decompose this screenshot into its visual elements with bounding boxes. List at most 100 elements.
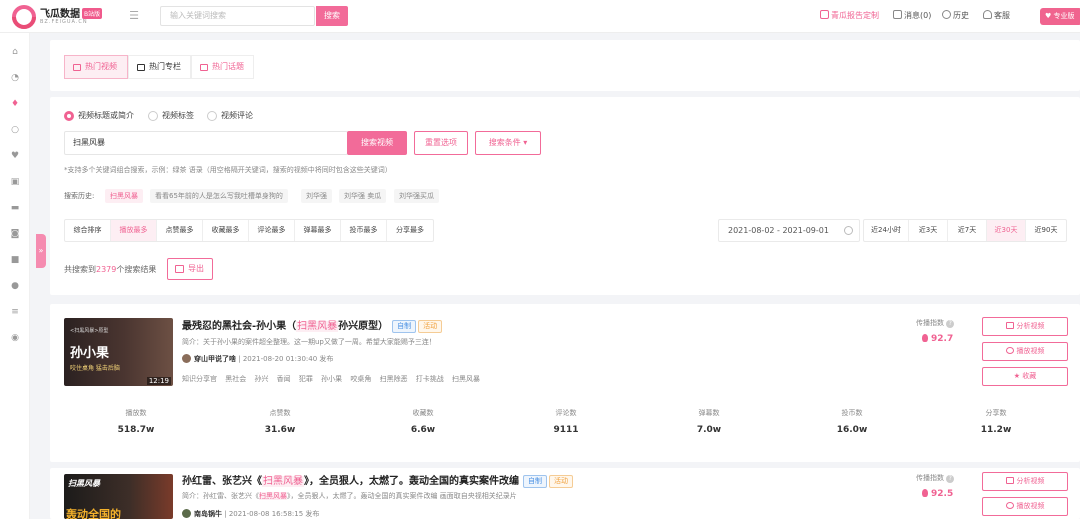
keyword-input[interactable]: 扫黑风暴 (64, 131, 348, 155)
spread-index-value: 92.5 (922, 489, 953, 499)
stat-value-comments: 9111 (553, 425, 579, 435)
play-icon (1005, 502, 1014, 509)
flame-icon[interactable]: ♦ (10, 99, 20, 109)
search-video-button[interactable]: 搜索视频 (347, 131, 407, 155)
video-author[interactable]: 穿山甲说了啥 | 2021-08-20 01:30:40 发布 (182, 354, 333, 364)
radio-comments[interactable]: 视频评论 (207, 110, 253, 122)
play-video-button[interactable]: 播放视频 (982, 342, 1068, 361)
heart-icon[interactable]: ♥ (10, 151, 20, 161)
top-header: 飞瓜数据 B站版 BZ.FEIGUA.CN ☰ 输入关键词搜索 搜索 青瓜报告定制… (0, 0, 1080, 33)
brand-domain: BZ.FEIGUA.CN (40, 19, 88, 25)
help-icon[interactable]: ? (946, 320, 955, 328)
analyze-video-button[interactable]: 分析视频 (982, 317, 1068, 336)
tab-hot-videos[interactable]: 热门视频 (64, 55, 128, 79)
play-icon (1005, 347, 1014, 354)
export-button[interactable]: 导出 (167, 258, 213, 280)
thumbnail-logo: 扫黑风暴 (68, 479, 100, 488)
video-duration: 12:19 (146, 377, 171, 385)
menu-toggle-icon[interactable]: ☰ (128, 10, 140, 22)
stat-value-shares: 11.2w (980, 425, 1012, 435)
stat-label-likes: 点赞数 (269, 409, 291, 417)
help-icon[interactable]: ◉ (10, 333, 20, 343)
video-thumbnail[interactable]: <扫黑风暴>原型 孙小果 咬住桌角 猛击后脑 12:19 (64, 318, 173, 386)
analyze-video-button[interactable]: 分析视频 (982, 472, 1068, 491)
history-item[interactable]: 刘华强 卖瓜 (339, 189, 387, 203)
feigua-logo-icon[interactable] (12, 5, 36, 29)
range-3d[interactable]: 近3天 (909, 220, 948, 241)
tab-hot-topics[interactable]: 热门话题 (191, 55, 254, 79)
report-custom-link[interactable]: 青瓜报告定制 (820, 10, 879, 22)
author-avatar (182, 354, 191, 363)
stat-label-favorites: 收藏数 (412, 409, 434, 417)
topic-icon (200, 64, 208, 71)
sort-most-favorited[interactable]: 收藏最多 (203, 220, 249, 241)
video-title[interactable]: 最残忍的黑社会-孙小果（扫黑风暴孙兴原型） 自制 活动 (182, 317, 443, 333)
history-link[interactable]: 历史 (942, 10, 969, 22)
range-30d[interactable]: 近30天 (987, 220, 1026, 241)
video-icon[interactable]: ▬ (10, 203, 20, 213)
video-thumbnail[interactable]: 扫黑风暴 轰动全国的 (64, 474, 173, 519)
self-made-tag: 自制 (392, 320, 417, 333)
date-range-picker[interactable]: 2021-08-02 - 2021-09-01 (718, 219, 860, 242)
analyze-icon (1005, 322, 1014, 329)
history-item[interactable]: 刘华强 (301, 189, 332, 203)
sidebar: ⌂ ◔ ♦ ○ ♥ ▣ ▬ ◙ ■ ● ≡ ◉ (0, 33, 30, 519)
thumbnail-caption: <扫黑风暴>原型 (70, 328, 109, 334)
flame-icon (922, 334, 928, 342)
stat-label-plays: 播放数 (125, 409, 147, 417)
history-item[interactable]: 刘华强买瓜 (394, 189, 439, 203)
sort-most-liked[interactable]: 点赞最多 (157, 220, 203, 241)
history-item[interactable]: 扫黑风暴 (105, 189, 143, 203)
analyze-icon (1005, 477, 1014, 484)
home-icon[interactable]: ⌂ (10, 47, 20, 57)
sort-most-danmaku[interactable]: 弹幕最多 (295, 220, 341, 241)
columns-icon (137, 64, 145, 71)
stat-label-shares: 分享数 (985, 409, 1007, 417)
history-item[interactable]: 看看65年前的人是怎么写我吐槽单身狗的 (150, 189, 288, 203)
radio-title-desc[interactable]: 视频标题或简介 (64, 110, 134, 122)
stat-label-comments: 评论数 (555, 409, 577, 417)
pro-version-button[interactable]: ♥ 专业版 (1040, 8, 1080, 25)
stack-icon[interactable]: ≡ (10, 307, 20, 317)
thumbnail-name: 孙小果 (70, 346, 110, 361)
sort-most-comments[interactable]: 评论最多 (249, 220, 295, 241)
pie-chart-icon[interactable]: ◔ (10, 73, 20, 83)
sidebar-expand-tab[interactable]: » (36, 234, 46, 268)
briefcase-icon[interactable]: ■ (10, 255, 20, 265)
range-24h[interactable]: 近24小时 (864, 220, 909, 241)
tv-icon[interactable]: ◙ (10, 229, 20, 239)
clock-icon (844, 226, 853, 235)
help-icon[interactable]: ? (946, 475, 955, 483)
sort-most-played[interactable]: 播放最多 (111, 220, 157, 241)
search-conditions-button[interactable]: 搜索条件 ▾ (475, 131, 541, 155)
radio-tags[interactable]: 视频标签 (148, 110, 194, 122)
range-90d[interactable]: 近90天 (1026, 220, 1066, 241)
video-author[interactable]: 南岛锅牛 | 2021-08-08 16:58:15 发布 (182, 509, 319, 519)
tab-hot-columns[interactable]: 热门专栏 (128, 55, 191, 79)
user-icon[interactable]: ● (10, 281, 20, 291)
sort-comprehensive[interactable]: 综合排序 (65, 220, 111, 241)
range-7d[interactable]: 近7天 (948, 220, 987, 241)
search-input[interactable]: 输入关键词搜索 (160, 6, 315, 26)
search-button[interactable]: 搜索 (316, 6, 348, 26)
messages-link[interactable]: 消息(0) (893, 10, 931, 22)
reset-options-button[interactable]: 重置选项 (414, 131, 468, 155)
favorite-button[interactable]: ★ 收藏 (982, 367, 1068, 386)
stat-value-danmaku: 7.0w (696, 425, 722, 435)
stat-value-likes: 31.6w (264, 425, 296, 435)
play-video-button[interactable]: 播放视频 (982, 497, 1068, 516)
result-count: 共搜索到2379个搜索结果 (64, 265, 157, 274)
radio-dot (64, 111, 74, 121)
bag-icon[interactable]: ▣ (10, 177, 20, 187)
search-icon[interactable]: ○ (10, 125, 20, 135)
range-options: 近24小时 近3天 近7天 近30天 近90天 (863, 219, 1067, 242)
sort-most-coins[interactable]: 投币最多 (341, 220, 387, 241)
service-link[interactable]: 客服 (983, 10, 1010, 22)
spread-index-label: 传播指数 ? (916, 473, 955, 483)
export-icon (175, 265, 184, 273)
self-made-tag: 自制 (523, 475, 547, 488)
video-title[interactable]: 孙红雷、张艺兴《扫黑风暴》，全员狠人，太燃了。轰动全国的真实案件改编 自制 活动 (182, 472, 573, 488)
flame-icon (922, 489, 928, 497)
video-tags: 知识分享官 黑社会 孙兴 香闻 犯罪 孙小果 咬桌角 扫黑除恶 打卡挑战 扫黑风… (182, 375, 481, 383)
sort-most-shares[interactable]: 分享最多 (387, 220, 433, 241)
